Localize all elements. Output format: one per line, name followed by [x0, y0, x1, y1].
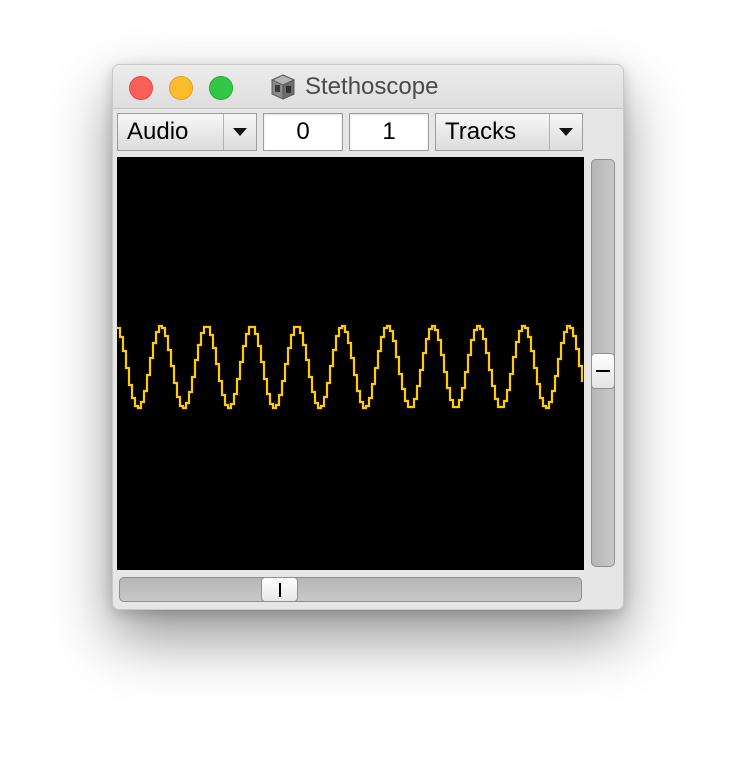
view-popup-arrow[interactable]	[549, 114, 582, 150]
window-title-group: Stethoscope	[269, 73, 438, 101]
document-cube-icon	[270, 74, 296, 100]
toolbar: Audio 0 1 Tracks	[117, 113, 587, 153]
chevron-down-icon	[559, 128, 573, 136]
title-bar[interactable]: Stethoscope	[113, 65, 623, 109]
desktop-background: Stethoscope Audio 0 1 Tracks	[0, 0, 734, 768]
slider-grip-icon	[596, 370, 610, 372]
vertical-zoom-slider[interactable]	[591, 159, 615, 567]
scope-display[interactable]	[117, 157, 584, 570]
scope-canvas	[117, 324, 584, 410]
vertical-slider-thumb[interactable]	[591, 353, 615, 389]
rate-popup-label: Audio	[127, 118, 189, 145]
channels-field[interactable]: 1	[349, 113, 429, 151]
slider-grip-icon	[278, 582, 281, 597]
waveform-trace	[117, 324, 584, 410]
minimize-button[interactable]	[169, 76, 193, 100]
window-title: Stethoscope	[305, 73, 439, 100]
index-field[interactable]: 0	[263, 113, 343, 151]
horizontal-slider-thumb[interactable]	[261, 577, 298, 602]
view-popup-label: Tracks	[445, 118, 517, 145]
close-button[interactable]	[129, 76, 153, 100]
zoom-button[interactable]	[209, 76, 233, 100]
chevron-down-icon	[233, 128, 247, 136]
rate-popup[interactable]: Audio	[117, 113, 257, 151]
horizontal-zoom-slider[interactable]	[119, 577, 582, 602]
view-popup[interactable]: Tracks	[435, 113, 583, 151]
stethoscope-window: Stethoscope Audio 0 1 Tracks	[112, 64, 624, 610]
rate-popup-arrow[interactable]	[223, 114, 256, 150]
